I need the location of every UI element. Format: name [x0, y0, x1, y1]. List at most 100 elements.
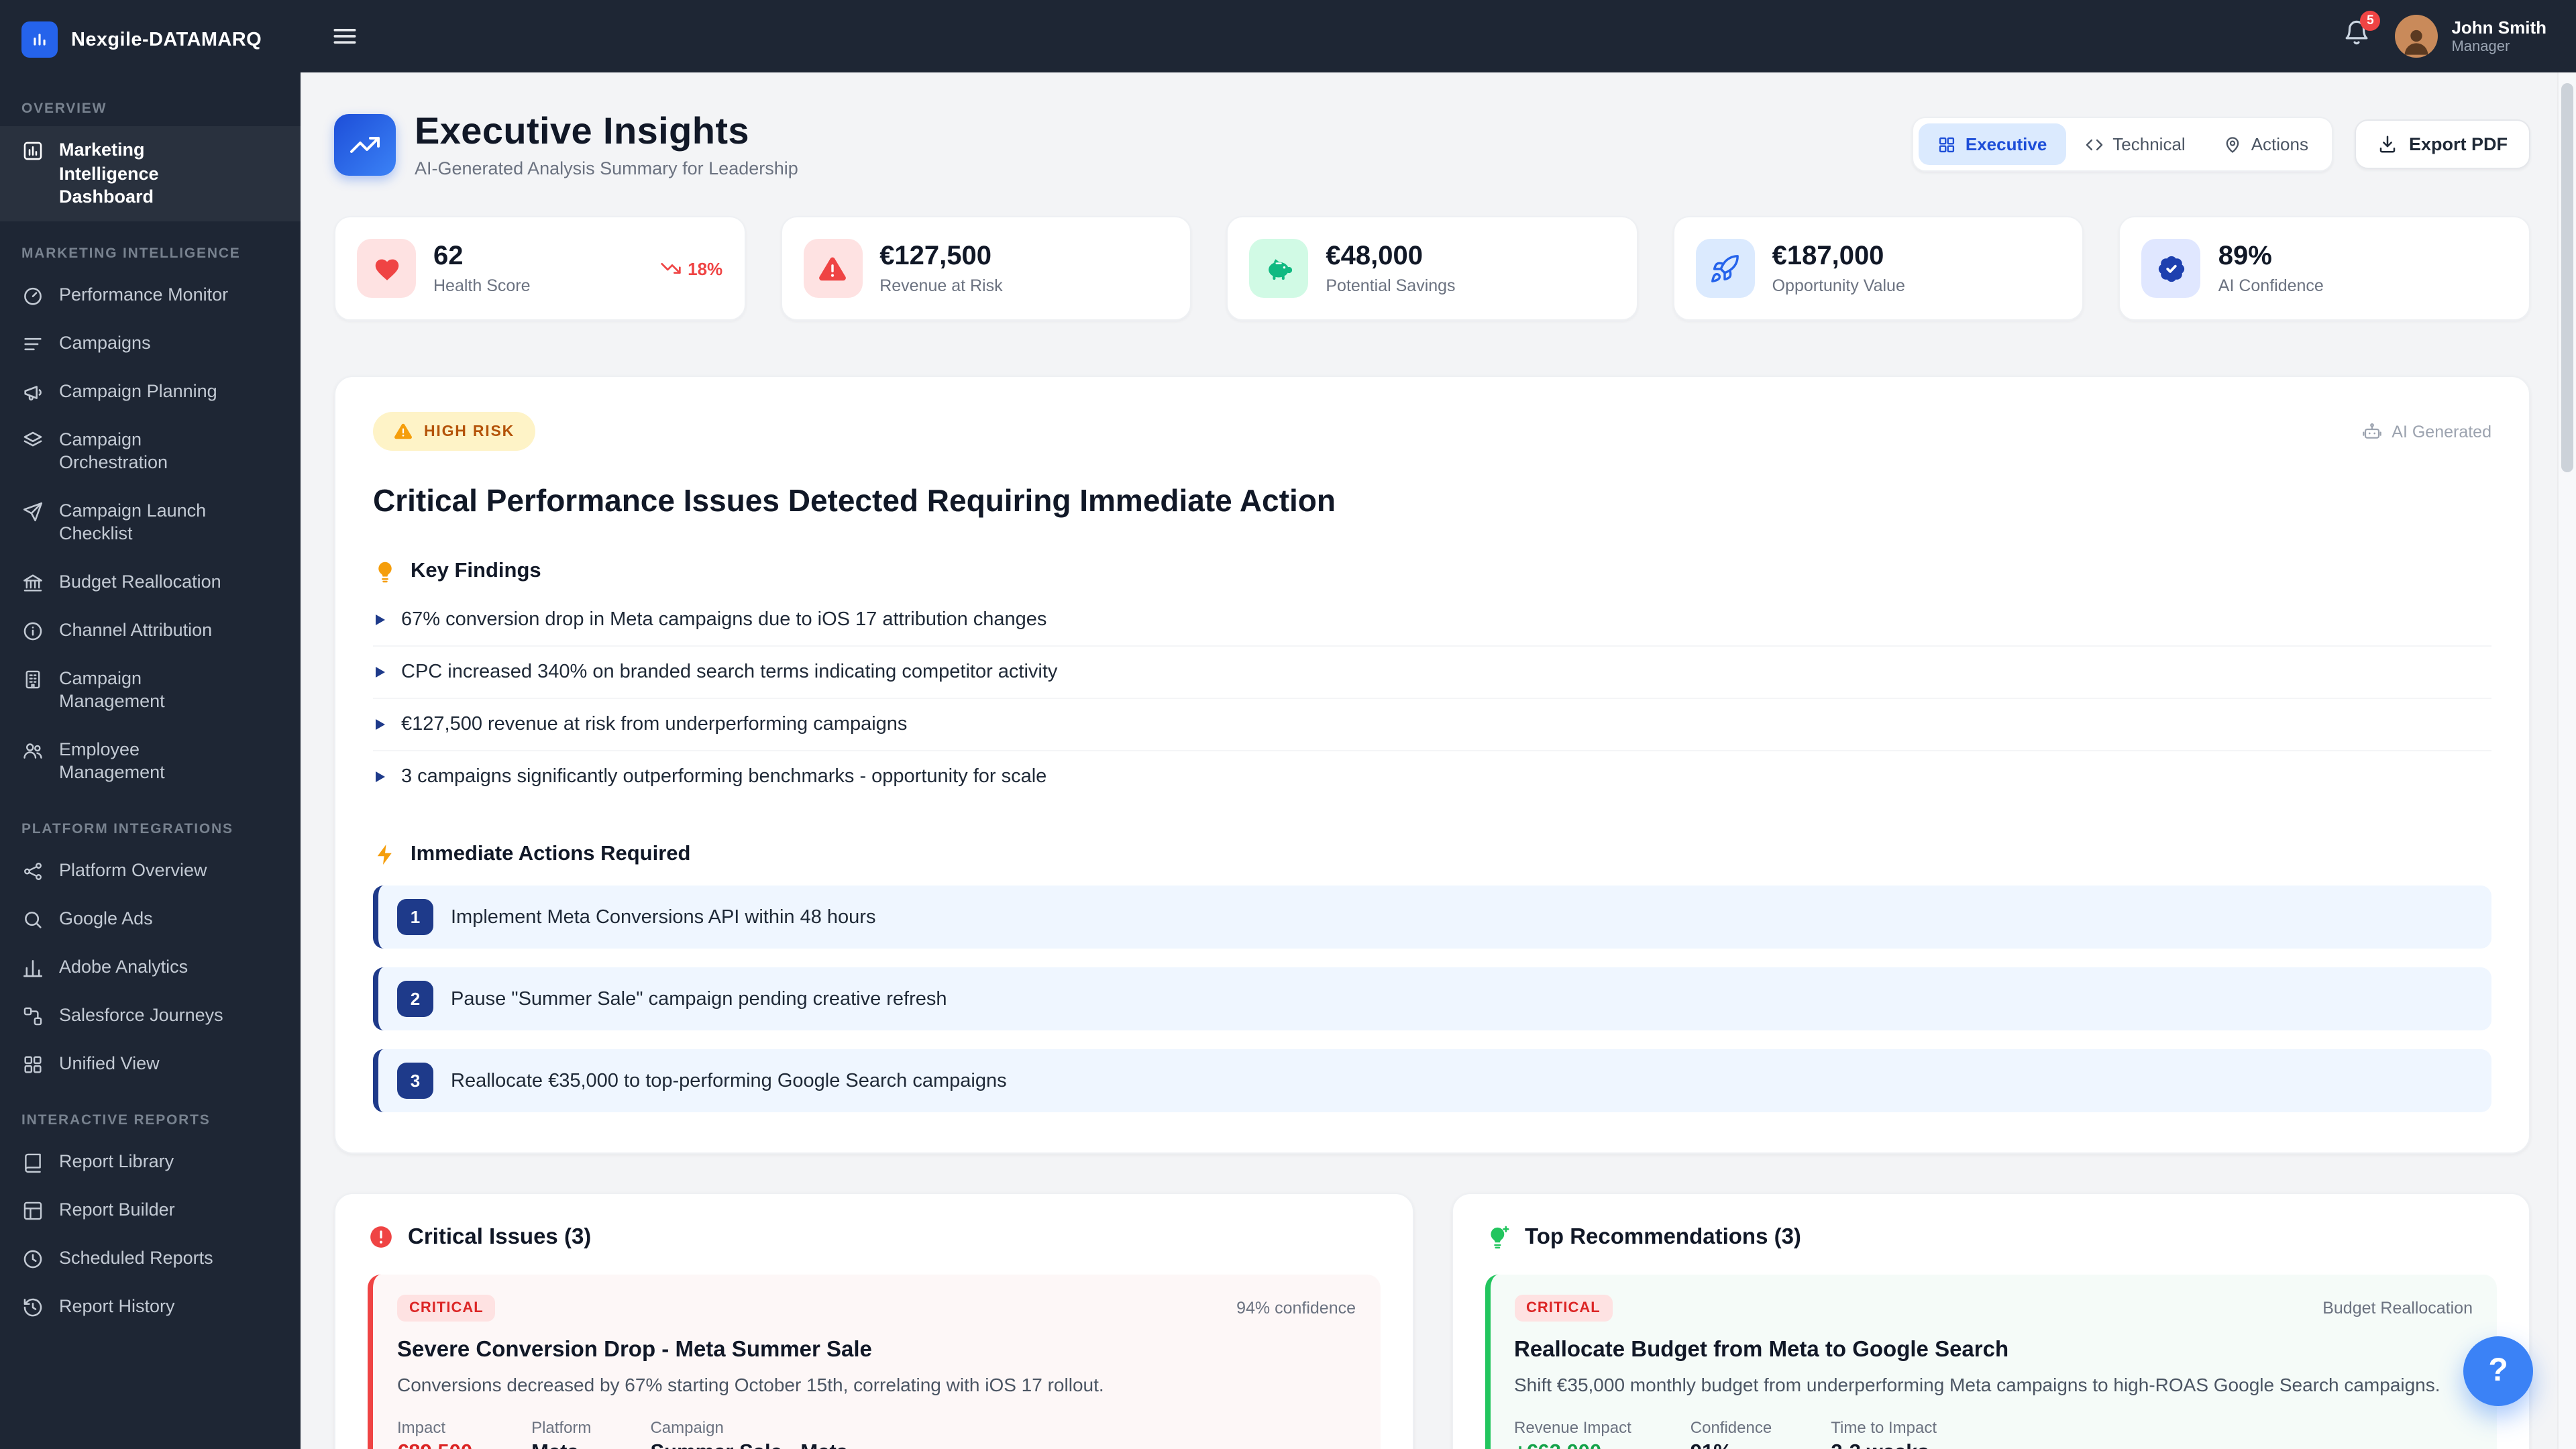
sidebar-item-budget-reallocation[interactable]: Budget Reallocation	[0, 558, 301, 606]
recommendation-top-row: CRITICAL Budget Reallocation	[1514, 1295, 2473, 1322]
view-tabs: Executive Technical Actions	[1912, 117, 2334, 172]
kpi-label: Revenue at Risk	[879, 276, 1002, 295]
sidebar-item-adobe-analytics[interactable]: Adobe Analytics	[0, 943, 301, 991]
sidebar-item-label: Marketing Intelligence Dashboard	[59, 138, 247, 209]
help-button[interactable]: ?	[2463, 1336, 2533, 1406]
action-number: 1	[397, 899, 433, 935]
sidebar-item-salesforce-journeys[interactable]: Salesforce Journeys	[0, 991, 301, 1040]
notifications-button[interactable]: 5	[2343, 19, 2371, 54]
finding-item: €127,500 revenue at risk from underperfo…	[373, 699, 2491, 751]
sidebar-item-campaign-management[interactable]: Campaign Management	[0, 655, 301, 726]
sidebar-item-unified-view[interactable]: Unified View	[0, 1040, 301, 1088]
export-pdf-button[interactable]: Export PDF	[2355, 119, 2530, 169]
action-text: Reallocate €35,000 to top-performing Goo…	[451, 1070, 1007, 1091]
category-label: Budget Reallocation	[2322, 1299, 2473, 1318]
sidebar-item-label: Campaign Orchestration	[59, 427, 247, 474]
sidebar-item-label: Platform Overview	[59, 859, 207, 882]
alert-triangle-icon	[803, 239, 862, 298]
recommendation-stats: Revenue Impact +€62,000 Confidence 91% T…	[1514, 1417, 2473, 1449]
sidebar-item-report-history[interactable]: Report History	[0, 1283, 301, 1331]
list-icon	[21, 332, 44, 355]
sidebar-item-campaign-orchestration[interactable]: Campaign Orchestration	[0, 415, 301, 486]
brand-name: Nexgile-DATAMARQ	[71, 29, 262, 50]
ai-generated-flag: AI Generated	[2361, 421, 2491, 442]
critical-badge: CRITICAL	[397, 1295, 496, 1322]
sidebar-item-label: Report Library	[59, 1150, 174, 1173]
stat-confidence: Confidence 91%	[1690, 1417, 1772, 1449]
sidebar-item-google-ads[interactable]: Google Ads	[0, 895, 301, 943]
critical-badge: CRITICAL	[1514, 1295, 1613, 1322]
sidebar-item-scheduled-reports[interactable]: Scheduled Reports	[0, 1234, 301, 1283]
sidebar-item-campaign-planning[interactable]: Campaign Planning	[0, 367, 301, 415]
menu-icon[interactable]	[330, 21, 360, 51]
insight-top-row: HIGH RISK AI Generated	[373, 412, 2491, 451]
sidebar-item-performance-monitor[interactable]: Performance Monitor	[0, 270, 301, 319]
sidebar-item-label: Report History	[59, 1295, 175, 1318]
sidebar-item-label: Salesforce Journeys	[59, 1004, 223, 1027]
avatar	[2395, 15, 2438, 58]
sidebar-item-label: Report Builder	[59, 1198, 175, 1222]
critical-issues-heading: Critical Issues (3)	[368, 1224, 1380, 1250]
sidebar-item-employee-management[interactable]: Employee Management	[0, 726, 301, 797]
bullet-triangle-icon	[376, 614, 385, 625]
immediate-actions-section: Immediate Actions Required 1 Implement M…	[373, 843, 2491, 1112]
tab-label: Actions	[2251, 134, 2308, 154]
sidebar-item-label: Employee Management	[59, 738, 247, 785]
stat-impact: Impact €89,500	[397, 1417, 472, 1449]
sidebar-item-campaign-launch-checklist[interactable]: Campaign Launch Checklist	[0, 486, 301, 557]
scrollbar-thumb[interactable]	[2561, 83, 2573, 472]
trending-up-icon	[334, 113, 396, 175]
action-item: 1 Implement Meta Conversions API within …	[373, 885, 2491, 949]
tab-executive[interactable]: Executive	[1919, 123, 2065, 165]
brand[interactable]: Nexgile-DATAMARQ	[0, 0, 301, 76]
sidebar-item-marketing-intelligence-dashboard[interactable]: Marketing Intelligence Dashboard	[0, 126, 301, 221]
action-item: 2 Pause "Summer Sale" campaign pending c…	[373, 967, 2491, 1030]
kpi-revenue-at-risk: €127,500 Revenue at Risk	[780, 216, 1191, 321]
main-content: Executive Insights AI-Generated Analysis…	[301, 72, 2557, 1449]
sidebar-section-overview: OVERVIEW	[0, 76, 301, 126]
tab-label: Executive	[1966, 134, 2047, 154]
kpi-opportunity-value: €187,000 Opportunity Value	[1673, 216, 2084, 321]
kpi-value: €48,000	[1326, 241, 1455, 271]
notification-badge: 5	[2360, 11, 2380, 31]
stat-time-to-impact: Time to Impact 2-3 weeks	[1831, 1417, 1937, 1449]
sidebar-item-report-library[interactable]: Report Library	[0, 1138, 301, 1186]
sidebar-item-channel-attribution[interactable]: Channel Attribution	[0, 606, 301, 655]
alert-circle-icon	[368, 1224, 394, 1250]
user-name: John Smith	[2451, 17, 2546, 38]
stat-revenue-impact: Revenue Impact +€62,000	[1514, 1417, 1631, 1449]
lightning-icon	[373, 843, 397, 867]
sidebar-item-platform-overview[interactable]: Platform Overview	[0, 847, 301, 895]
sidebar-section-marketing-intelligence: MARKETING INTELLIGENCE	[0, 221, 301, 270]
heart-icon	[357, 239, 416, 298]
sidebar-item-report-builder[interactable]: Report Builder	[0, 1186, 301, 1234]
kpi-value: €127,500	[879, 241, 1002, 271]
kpi-health-score: 62 Health Score 18%	[334, 216, 745, 321]
risk-badge: HIGH RISK	[373, 412, 535, 451]
app-root: Nexgile-DATAMARQ OVERVIEW Marketing Inte…	[0, 0, 2576, 1449]
book-icon	[21, 1151, 44, 1174]
sidebar-item-label: Scheduled Reports	[59, 1246, 213, 1270]
sidebar-item-campaigns[interactable]: Campaigns	[0, 319, 301, 367]
sidebar-item-label: Campaigns	[59, 331, 151, 354]
robot-icon	[2361, 421, 2382, 442]
download-icon	[2378, 134, 2398, 154]
warning-icon	[393, 421, 413, 441]
share-nodes-icon	[21, 860, 44, 883]
scrollbar-track[interactable]	[2557, 72, 2576, 1449]
tab-actions[interactable]: Actions	[2204, 123, 2327, 165]
issue-top-row: CRITICAL 94% confidence	[397, 1295, 1356, 1322]
key-findings-section: Key Findings 67% conversion drop in Meta…	[373, 559, 2491, 802]
stat-campaign: Campaign Summer Sale - Meta	[650, 1417, 848, 1449]
question-mark-icon: ?	[2488, 1352, 2508, 1390]
kpi-label: Opportunity Value	[1772, 276, 1905, 295]
send-icon	[21, 500, 44, 523]
kpi-trend: 18%	[659, 258, 722, 279]
search-icon	[21, 908, 44, 931]
finding-item: 67% conversion drop in Meta campaigns du…	[373, 594, 2491, 647]
critical-issues-panel: Critical Issues (3) CRITICAL 94% confide…	[334, 1193, 1413, 1449]
user-menu[interactable]: John Smith Manager	[2395, 15, 2546, 58]
tab-technical[interactable]: Technical	[2065, 123, 2204, 165]
sidebar-section-platform-integrations: PLATFORM INTEGRATIONS	[0, 797, 301, 847]
recommendation-item: CRITICAL Budget Reallocation Reallocate …	[1485, 1275, 2497, 1449]
